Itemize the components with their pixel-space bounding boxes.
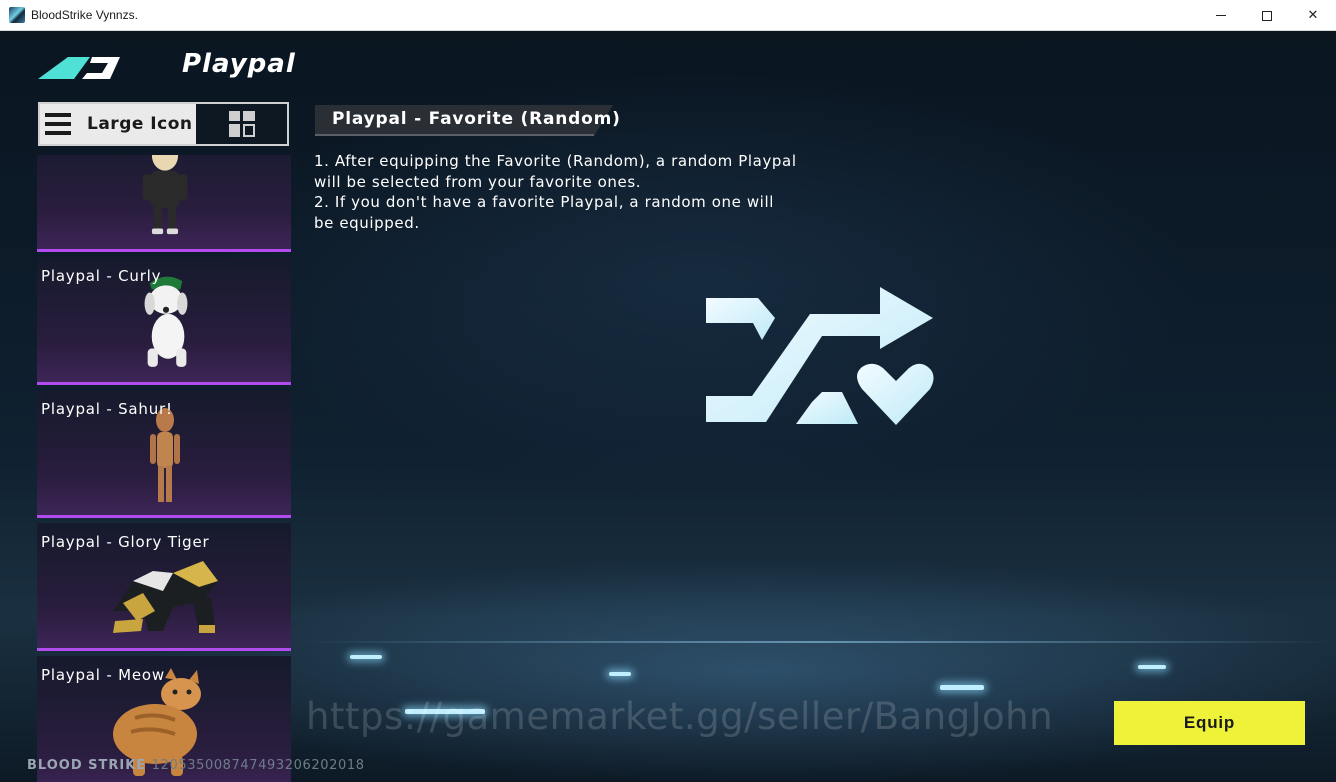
view-toggle: Large Icon [38,102,289,146]
stage-light [940,685,984,690]
grid-view-button[interactable] [196,104,287,144]
playpal-card-label: Playpal - Meow [41,666,165,684]
grid-icon [228,111,255,137]
close-icon: ✕ [1307,8,1319,23]
playpal-card-label: Playpal - Curly [41,267,162,285]
maximize-icon [1262,10,1272,21]
brand-name: BLOOD STRIKE [27,758,147,773]
detail-title: Playpal - Favorite (Random) [332,109,621,129]
stage-light [1138,665,1166,669]
shuffle-heart-icon [706,287,934,425]
user-id: 1205350087474932062020​18 [151,758,365,773]
large-icon-view-button[interactable]: Large Icon [40,104,196,144]
window-titlebar: BloodStrike Vynnzs. ✕ [0,0,1336,31]
playpal-list: Playpal - Curly Playpal - Sahur! Playpal… [37,155,291,782]
floor-glow [300,641,1336,643]
watermark: https://gamemarket.gg/seller/BangJohn [306,695,1054,738]
page-title: Playpal [182,49,296,79]
equip-button[interactable]: Equip [1114,701,1305,745]
description-line: will be selected from your favorite ones… [314,172,642,191]
minimize-icon [1216,15,1226,16]
stage-light [350,655,382,659]
playpal-armored-gold-tiger [113,561,218,633]
playpal-card[interactable]: Playpal - Glory Tiger [37,523,291,651]
detail-description: 1. After equipping the Favorite (Random)… [314,151,804,233]
equip-label: Equip [1183,713,1236,732]
app-icon [9,7,25,23]
playpal-card[interactable] [37,155,291,252]
playpal-card-label: Playpal - Sahur! [41,400,173,418]
game-screen: Playpal Large Icon Playpal - Curly Playp… [0,31,1336,782]
description-line: 1. After equipping the Favorite (Random)… [314,152,797,170]
large-icon-label: Large Icon [87,114,193,134]
stage-light [609,672,631,676]
maximize-button[interactable] [1244,0,1290,31]
close-button[interactable]: ✕ [1290,0,1336,31]
playpal-card[interactable]: Playpal - Curly [37,257,291,385]
playpal-bald-boy-figure [142,155,188,235]
brand-footer: BLOOD STRIKE 1205350087474932062020​18 [27,758,365,773]
minimize-button[interactable] [1198,0,1244,31]
blood-strike-logo [38,57,120,79]
playpal-card-label: Playpal - Glory Tiger [41,533,210,551]
window-title: BloodStrike Vynnzs. [31,8,138,22]
description-line: be equipped. [314,213,420,232]
playpal-wooden-figure [150,408,180,502]
hamburger-icon [45,113,71,135]
playpal-card[interactable]: Playpal - Sahur! [37,390,291,518]
description-line: 2. If you don't have a favorite Playpal,… [314,193,774,211]
